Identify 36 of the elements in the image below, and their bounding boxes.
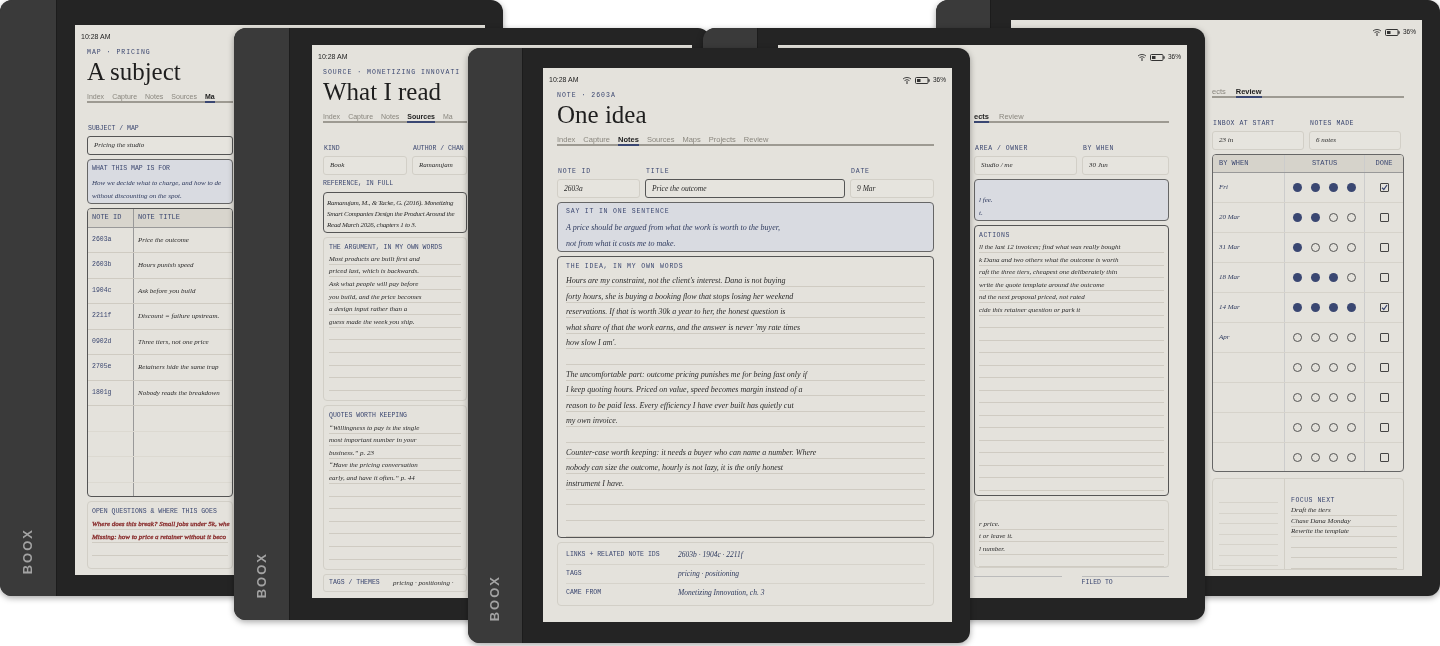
page-title: One idea <box>557 100 647 128</box>
battery-icon <box>915 76 930 84</box>
checkbox[interactable] <box>1379 212 1389 222</box>
page-title: A subject <box>87 57 181 85</box>
checkbox[interactable] <box>1379 392 1389 402</box>
wifi-icon <box>1372 28 1382 36</box>
brand-label: BOOX <box>252 551 270 598</box>
handwritten-line: A price should be argued from what the work is worth to the buyer, <box>566 224 780 233</box>
handwritten-line: how slow I am'. <box>566 339 617 349</box>
handwritten-line: reservations. If that is worth 30k a year to her, the honest question is <box>566 308 786 318</box>
handwritten-line: my own invoice. <box>566 417 618 427</box>
handwritten-line: reason to be paid less. Every efficiency I have ever built has quietly cut <box>566 401 794 411</box>
battery-icon <box>1150 53 1165 61</box>
wifi-icon <box>902 76 912 84</box>
handwritten-line: Hours are my constraint, not the client's interest. Dana is not buying <box>566 277 786 287</box>
handwritten-line: instrument I have. <box>566 479 624 489</box>
checkbox[interactable] <box>1379 453 1389 463</box>
handwritten-line: forty hours, she is buying a booking flow that stops losing her weekend <box>566 292 794 302</box>
handwritten-line: Counter-case worth keeping: it needs a buyer who can name a number. Where <box>566 448 817 458</box>
checkbox[interactable] <box>1379 422 1389 432</box>
handwritten-line: not from what it costs me to make. <box>566 239 676 248</box>
handwritten-line: The uncomfortable part: outcome pricing punishes me for being fast only if <box>566 370 808 380</box>
brand-label: BOOX <box>486 574 504 621</box>
checkbox[interactable] <box>1379 302 1389 312</box>
handwritten-line: what share of that the work earns, and the answer is never 'my rate times <box>566 323 801 333</box>
wifi-icon <box>1137 53 1147 61</box>
checkbox[interactable] <box>1379 332 1389 342</box>
page-title: What I read <box>323 77 441 105</box>
handwritten-line: I keep quoting hours. Priced on value, speed becomes margin instead of a <box>566 386 803 396</box>
checkbox[interactable] <box>1379 362 1389 372</box>
brand-label: BOOX <box>19 527 37 574</box>
checkbox[interactable] <box>1379 272 1389 282</box>
handwritten-line: nobody can size the outcome, hourly is not lazy, it is the only honest <box>566 464 784 474</box>
battery-icon <box>1385 28 1400 36</box>
checkbox[interactable] <box>1379 182 1389 192</box>
checkbox[interactable] <box>1379 242 1389 252</box>
